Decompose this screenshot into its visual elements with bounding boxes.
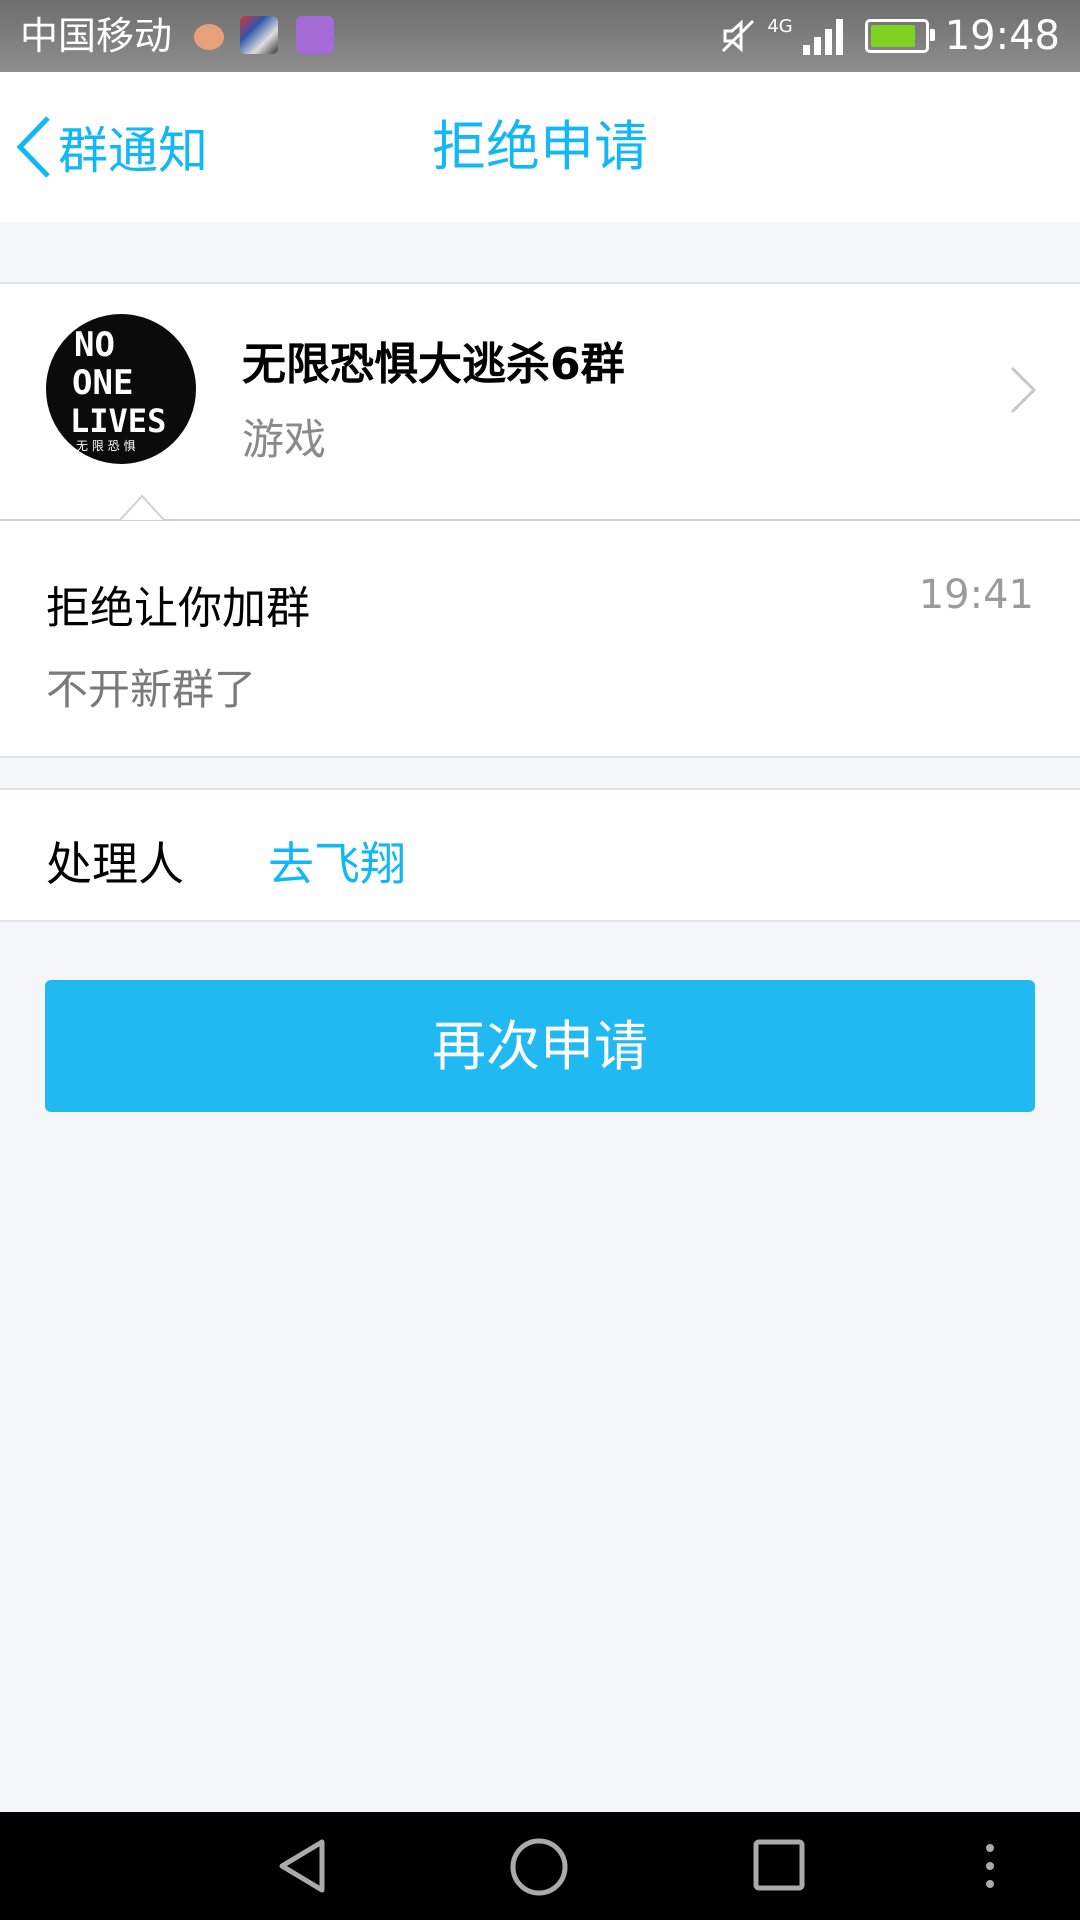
svg-text:无 限 恐 惧: 无 限 恐 惧 [76, 438, 135, 453]
home-circle-icon[interactable] [508, 1836, 570, 1898]
notification-fruit-icon [194, 24, 224, 50]
group-avatar: NO ONE LIVES 无 限 恐 惧 [46, 314, 196, 464]
recents-square-icon[interactable] [752, 1836, 808, 1896]
handler-label: 处理人 [46, 837, 184, 891]
notification-app-icon [240, 16, 278, 54]
back-triangle-icon[interactable] [272, 1836, 332, 1896]
status-indicators: 4G 19:48 [719, 13, 1060, 59]
message-title: 拒绝让你加群 [46, 583, 310, 634]
message-body: 不开新群了 [46, 665, 257, 714]
svg-text:NO: NO [74, 325, 115, 365]
system-nav-bar [0, 1812, 1080, 1920]
mute-icon [722, 19, 755, 53]
more-dots-icon[interactable] [980, 1836, 1000, 1896]
battery-level [870, 25, 915, 47]
notification-gallery-icon [296, 16, 334, 54]
signal-icon [802, 17, 847, 55]
network-type: 4G [767, 15, 793, 37]
handler-row: 处理人 去飞翔 [0, 788, 1080, 922]
message-time: 19:41 [918, 572, 1034, 618]
rejection-message: 拒绝让你加群 19:41 不开新群了 [0, 522, 1080, 758]
svg-text:ONE: ONE [72, 363, 133, 403]
reapply-button[interactable]: 再次申请 [45, 980, 1035, 1112]
page-title: 拒绝申请 [432, 115, 648, 178]
group-name: 无限恐惧大逃杀6群 [242, 339, 625, 390]
battery-icon [864, 19, 935, 53]
no-one-lives-logo: NO ONE LIVES 无 限 恐 惧 [70, 325, 166, 453]
handler-name-link[interactable]: 去飞翔 [268, 828, 406, 894]
group-info-card[interactable]: NO ONE LIVES 无 限 恐 惧 无限恐惧大逃杀6群 游戏 [0, 282, 1080, 522]
pointer-notch [120, 494, 164, 521]
clock: 19:48 [944, 13, 1060, 59]
screen: 中国移动 4G 19:48 群通知 拒绝申请 NO ONE LIVES 无 限 … [0, 0, 1080, 1920]
status-bar: 中国移动 4G 19:48 [0, 0, 1080, 72]
svg-text:LIVES: LIVES [70, 402, 166, 440]
carrier-name: 中国移动 [20, 14, 173, 58]
nav-bar: 群通知 拒绝申请 [0, 72, 1080, 222]
group-category: 游戏 [242, 415, 327, 464]
chevron-right-icon [1010, 366, 1037, 414]
